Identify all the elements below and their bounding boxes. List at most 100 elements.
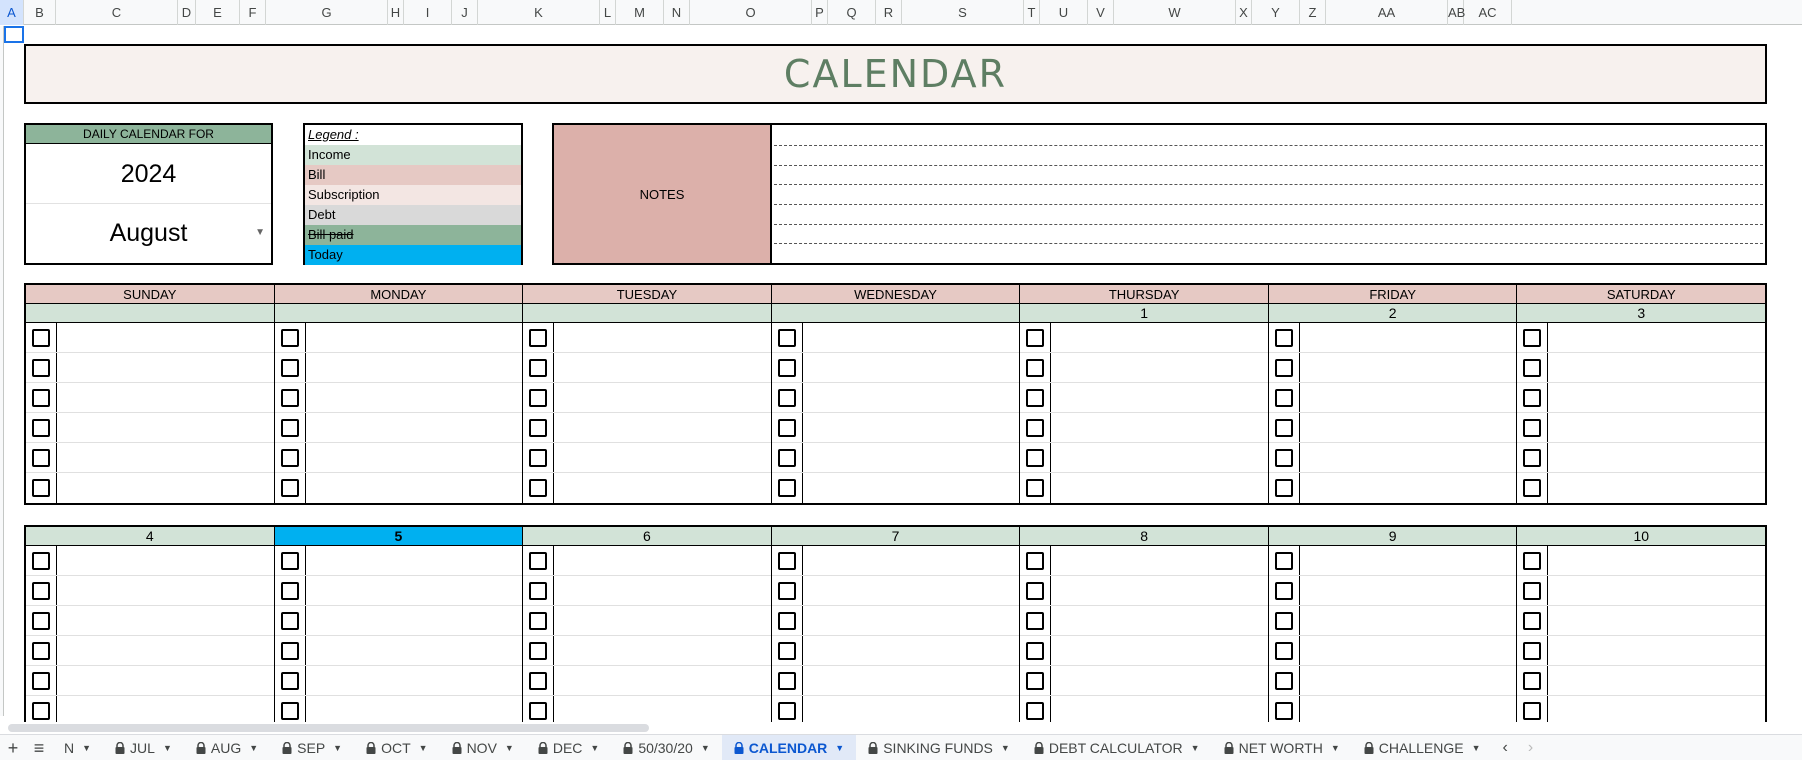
sheet-tab[interactable]: N ▼ <box>52 735 103 760</box>
task-text-cell[interactable] <box>306 323 523 352</box>
task-text-cell[interactable] <box>1548 546 1765 575</box>
date-cell[interactable]: 2 <box>1269 304 1518 322</box>
task-checkbox[interactable] <box>777 328 796 347</box>
column-header-ac[interactable]: AC <box>1464 0 1512 25</box>
task-checkbox[interactable] <box>280 581 299 600</box>
task-checkbox[interactable] <box>1274 448 1293 467</box>
task-text-cell[interactable] <box>1548 353 1765 382</box>
task-checkbox[interactable] <box>1026 611 1045 630</box>
task-text-cell[interactable] <box>306 443 523 472</box>
task-text-cell[interactable] <box>554 666 771 695</box>
task-text-cell[interactable] <box>803 576 1020 605</box>
task-checkbox[interactable] <box>1523 641 1542 660</box>
task-checkbox[interactable] <box>280 448 299 467</box>
task-checkbox[interactable] <box>529 702 548 720</box>
date-cell[interactable]: 5 <box>274 527 524 545</box>
sheet-tab[interactable]: 50/30/20 ▼ <box>611 735 721 760</box>
column-header-aa[interactable]: AA <box>1326 0 1448 25</box>
task-checkbox[interactable] <box>529 479 548 497</box>
task-checkbox[interactable] <box>1523 611 1542 630</box>
task-text-cell[interactable] <box>1548 473 1765 503</box>
task-checkbox[interactable] <box>280 328 299 347</box>
task-text-cell[interactable] <box>1300 413 1517 442</box>
chevron-down-icon[interactable]: ▼ <box>835 743 844 753</box>
column-header-l[interactable]: L <box>600 0 616 25</box>
task-text-cell[interactable] <box>306 636 523 665</box>
note-line[interactable] <box>774 204 1763 205</box>
column-header-t[interactable]: T <box>1024 0 1040 25</box>
date-cell[interactable]: 1 <box>1020 304 1269 322</box>
chevron-down-icon[interactable]: ▼ <box>505 743 514 753</box>
task-checkbox[interactable] <box>777 671 796 690</box>
task-checkbox[interactable] <box>529 611 548 630</box>
task-text-cell[interactable] <box>554 353 771 382</box>
sheet-tab[interactable]: CALENDAR ▼ <box>721 734 857 760</box>
selected-cell[interactable] <box>4 26 24 43</box>
date-cell[interactable]: 8 <box>1020 527 1269 545</box>
task-text-cell[interactable] <box>1548 666 1765 695</box>
task-checkbox[interactable] <box>1274 418 1293 437</box>
task-checkbox[interactable] <box>1026 448 1045 467</box>
task-checkbox[interactable] <box>32 611 50 630</box>
column-header-q[interactable]: Q <box>828 0 876 25</box>
date-cell[interactable] <box>275 304 524 322</box>
date-cell[interactable]: 9 <box>1269 527 1518 545</box>
task-text-cell[interactable] <box>306 383 523 412</box>
task-text-cell[interactable] <box>1051 443 1268 472</box>
task-checkbox[interactable] <box>529 581 548 600</box>
task-checkbox[interactable] <box>32 641 50 660</box>
task-checkbox[interactable] <box>1274 358 1293 377</box>
task-text-cell[interactable] <box>1548 576 1765 605</box>
task-checkbox[interactable] <box>1026 479 1045 497</box>
chevron-down-icon[interactable]: ▼ <box>1472 743 1481 753</box>
task-checkbox[interactable] <box>280 418 299 437</box>
task-text-cell[interactable] <box>1300 473 1517 503</box>
date-cell[interactable] <box>523 304 772 322</box>
task-checkbox[interactable] <box>1274 328 1293 347</box>
task-text-cell[interactable] <box>554 636 771 665</box>
chevron-down-icon[interactable]: ▼ <box>163 743 172 753</box>
column-header-g[interactable]: G <box>266 0 388 25</box>
chevron-down-icon[interactable]: ▼ <box>1191 743 1200 753</box>
task-text-cell[interactable] <box>306 666 523 695</box>
column-header-u[interactable]: U <box>1040 0 1088 25</box>
task-checkbox[interactable] <box>777 448 796 467</box>
note-line[interactable] <box>774 165 1763 166</box>
task-checkbox[interactable] <box>777 418 796 437</box>
task-text-cell[interactable] <box>1300 323 1517 352</box>
task-checkbox[interactable] <box>529 418 548 437</box>
task-text-cell[interactable] <box>1548 636 1765 665</box>
task-checkbox[interactable] <box>1026 671 1045 690</box>
task-checkbox[interactable] <box>32 328 50 347</box>
task-checkbox[interactable] <box>1274 671 1293 690</box>
column-header-s[interactable]: S <box>902 0 1024 25</box>
task-text-cell[interactable] <box>1300 576 1517 605</box>
chevron-down-icon[interactable]: ▼ <box>590 743 599 753</box>
scrollbar-thumb[interactable] <box>8 724 649 732</box>
column-header-h[interactable]: H <box>388 0 404 25</box>
task-checkbox[interactable] <box>1523 328 1542 347</box>
task-checkbox[interactable] <box>1523 418 1542 437</box>
task-text-cell[interactable] <box>1300 606 1517 635</box>
column-header-x[interactable]: X <box>1236 0 1252 25</box>
task-checkbox[interactable] <box>280 702 299 720</box>
task-text-cell[interactable] <box>803 383 1020 412</box>
task-text-cell[interactable] <box>306 473 523 503</box>
task-checkbox[interactable] <box>1026 551 1045 570</box>
chevron-down-icon[interactable]: ▼ <box>82 743 91 753</box>
task-text-cell[interactable] <box>554 443 771 472</box>
task-text-cell[interactable] <box>803 606 1020 635</box>
date-cell[interactable]: 7 <box>772 527 1021 545</box>
column-header-a[interactable]: A <box>0 0 24 25</box>
task-text-cell[interactable] <box>803 443 1020 472</box>
task-text-cell[interactable] <box>554 413 771 442</box>
task-checkbox[interactable] <box>32 551 50 570</box>
task-text-cell[interactable] <box>57 473 274 503</box>
column-header-z[interactable]: Z <box>1300 0 1326 25</box>
task-checkbox[interactable] <box>777 641 796 660</box>
task-text-cell[interactable] <box>1300 666 1517 695</box>
column-header-r[interactable]: R <box>876 0 902 25</box>
task-text-cell[interactable] <box>1548 443 1765 472</box>
task-checkbox[interactable] <box>1026 328 1045 347</box>
task-text-cell[interactable] <box>803 473 1020 503</box>
